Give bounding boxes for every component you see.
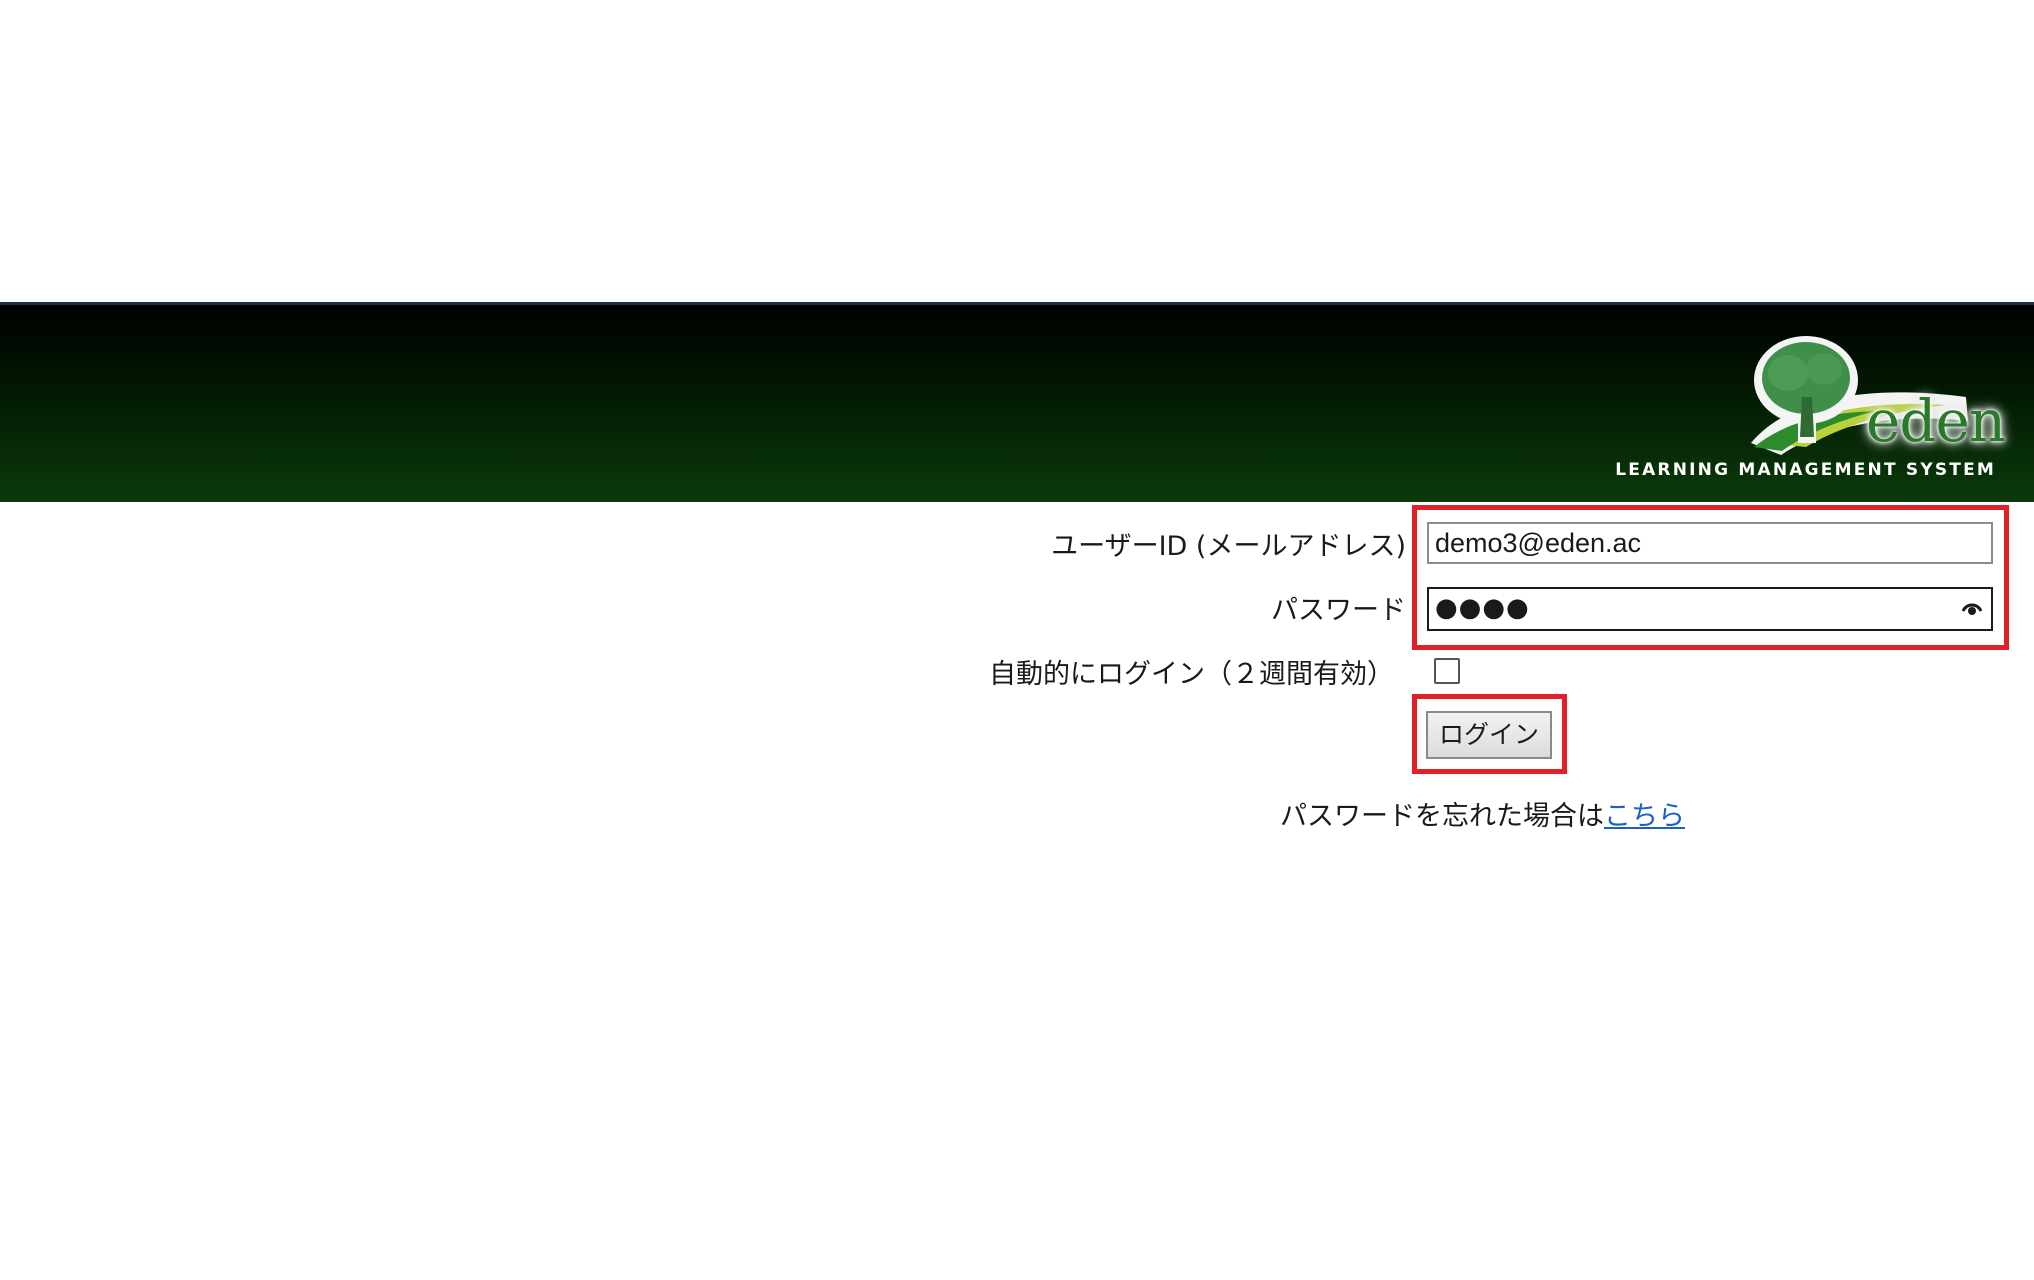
auto-login-checkbox[interactable]: [1434, 658, 1460, 684]
eye-icon[interactable]: [1961, 599, 1983, 619]
forgot-password-line: パスワードを忘れた場合はこちら: [1280, 794, 1685, 833]
auto-login-label: 自動的にログイン（２週間有効）: [989, 659, 1394, 690]
user-id-label: ユーザーID (メールアドレス): [1051, 531, 1406, 562]
password-masked-value: ●●●●: [1435, 593, 1530, 623]
eden-logo: eden LEARNING MANAGEMENT SYSTEM: [1576, 325, 2006, 485]
password-label: パスワード: [1271, 595, 1406, 626]
login-button[interactable]: ログイン: [1426, 711, 1552, 759]
user-id-input[interactable]: [1427, 522, 1993, 564]
logo-wordmark: eden: [1866, 387, 2006, 455]
login-page: eden LEARNING MANAGEMENT SYSTEM ユーザーID (…: [0, 0, 2034, 1280]
logo-tagline: LEARNING MANAGEMENT SYSTEM: [1615, 460, 1996, 480]
forgot-password-link[interactable]: こちら: [1604, 801, 1685, 832]
header-banner: eden LEARNING MANAGEMENT SYSTEM: [0, 302, 2034, 502]
forgot-password-text: パスワードを忘れた場合は: [1280, 801, 1604, 832]
password-input[interactable]: ●●●●: [1427, 587, 1993, 631]
